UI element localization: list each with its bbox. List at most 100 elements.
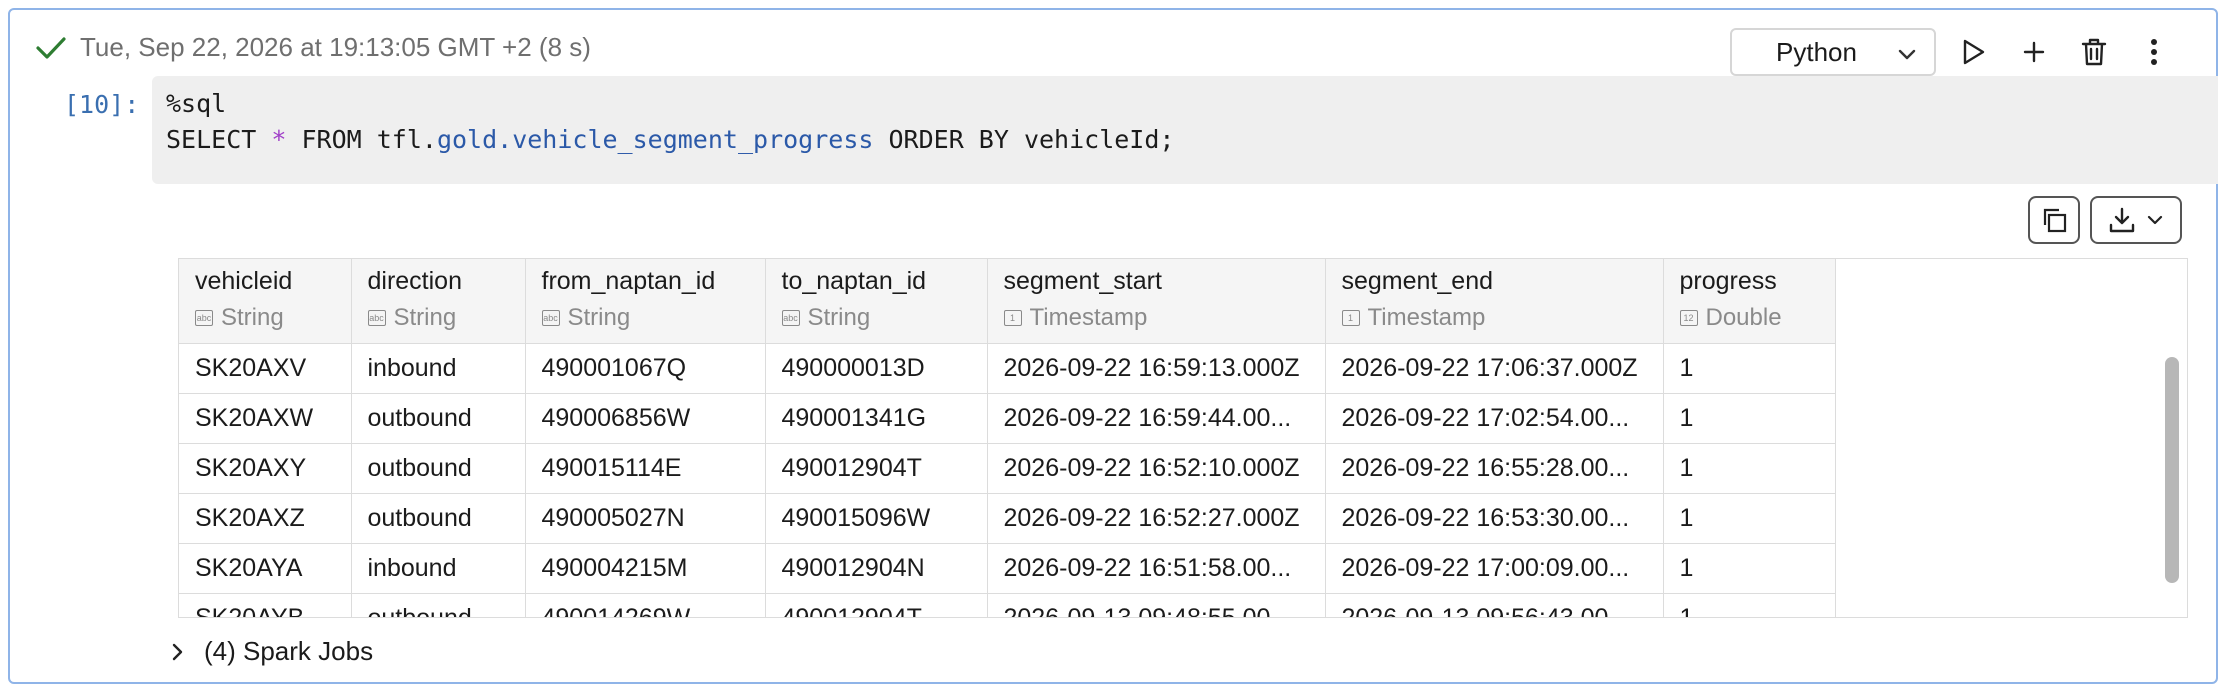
code-token: FROM tfl. [286,125,437,154]
table-cell[interactable]: 2026-09-22 16:53:30.00... [1325,493,1664,544]
run-cell-button[interactable] [1952,30,1996,74]
table-row[interactable]: SK20AYA inbound 490004215M 490012904N 2026-0… [179,543,1836,594]
table-cell[interactable]: 490012904T [765,443,988,494]
download-button[interactable] [2090,196,2182,244]
column-header[interactable]: segment_end 1 Timestamp [1325,259,1664,344]
table-cell[interactable]: 2026-09-22 16:59:13.000Z [987,343,1326,394]
plus-icon [2023,41,2045,63]
language-select[interactable]: Python [1730,28,1936,76]
run-status: Tue, Sep 22, 2026 at 19:13:05 GMT +2 (8 … [36,32,591,63]
table-cell[interactable]: 490015096W [765,493,988,544]
table-row[interactable]: SK20AXZ outbound 490005027N 490015096W 2026-… [179,493,1836,544]
table-cell[interactable]: outbound [351,443,526,494]
calendar-icon: 1 [1003,310,1022,326]
run-timestamp: Tue, Sep 22, 2026 at 19:13:05 GMT +2 (8 … [80,32,591,62]
table-cell[interactable]: SK20AXV [179,343,352,394]
table-cell[interactable]: SK20AYA [179,543,352,594]
table-cell[interactable]: 2026-09-22 17:00:09.00... [1325,543,1664,594]
column-header[interactable]: direction abc String [351,259,526,344]
table-row[interactable]: SK20AXV inbound 490001067Q 490000013D 2026-0… [179,343,1836,394]
column-header[interactable]: segment_start 1 Timestamp [987,259,1326,344]
table-cell[interactable]: 1 [1663,343,1836,394]
copy-results-button[interactable] [2028,196,2080,244]
table-cell[interactable]: outbound [351,593,526,617]
column-name: progress [1679,267,1777,295]
table-cell[interactable]: inbound [351,343,526,394]
table-cell[interactable]: SK20AXZ [179,493,352,544]
copy-icon [2043,208,2067,233]
download-icon [2109,207,2135,233]
delete-cell-button[interactable] [2072,30,2116,74]
table-cell[interactable]: 490001341G [765,393,988,444]
table-row[interactable]: SK20AXY outbound 490015114E 490012904T 2026-… [179,443,1836,494]
code-line-2: SELECT * FROM tfl.gold.vehicle_segment_p… [166,122,2204,158]
code-token: ORDER BY vehicleId; [873,125,1175,154]
column-type: Double [1705,304,1782,331]
table-cell[interactable]: inbound [351,543,526,594]
table-cell[interactable]: 2026-09-22 16:52:27.000Z [987,493,1326,544]
table-cell[interactable]: SK20AXW [179,393,352,444]
table-cell[interactable]: 1 [1663,593,1836,617]
table-cell[interactable]: 490012904N [765,543,988,594]
table-cell[interactable]: 2026-09-22 17:06:37.000Z [1325,343,1664,394]
add-cell-button[interactable] [2012,30,2056,74]
table-cell[interactable]: 2026-09-22 16:52:10.000Z [987,443,1326,494]
spark-jobs-toggle[interactable]: (4) Spark Jobs [172,636,373,667]
kebab-menu-icon [2151,39,2157,65]
results-table: vehicleid abc String direction abc String fr… [178,258,2188,618]
table-cell[interactable]: 2026-09-22 16:51:58.00... [987,543,1326,594]
table-cell[interactable]: outbound [351,393,526,444]
table-cell[interactable]: SK20AXY [179,443,352,494]
table-cell[interactable]: 1 [1663,543,1836,594]
vertical-scrollbar[interactable] [2165,357,2179,583]
column-type: String [807,304,871,331]
more-options-button[interactable] [2132,30,2176,74]
code-token-star: * [271,125,287,154]
calendar-icon: 1 [1341,310,1360,326]
cell-toolbar: Python [1730,28,2176,76]
table-cell[interactable]: 1 [1663,393,1836,444]
table-cell[interactable]: 2026-09-22 16:55:28.00... [1325,443,1664,494]
table-row[interactable]: SK20AYB outbound 490014269W 490012904T 2026-… [179,593,1836,617]
column-header[interactable]: to_naptan_idabc String [765,259,988,344]
table-cell[interactable]: outbound [351,493,526,544]
table-cell[interactable]: 490012904T [765,593,988,617]
table-cell[interactable]: 490006856W [525,393,766,444]
column-name: segment_start [1003,267,1162,295]
column-header[interactable]: vehicleid abc String [179,259,352,344]
success-check-icon [36,36,66,60]
chevron-down-icon [1898,37,1916,68]
table-cell[interactable]: 1 [1663,493,1836,544]
table-cell[interactable]: 2026-09-13 09:48:55.00... [987,593,1326,617]
table-cell[interactable]: 1 [1663,443,1836,494]
table-cell[interactable]: SK20AYB [179,593,352,617]
column-name: to_naptan_id [781,267,927,295]
column-header[interactable]: from_naptan_id abc String [525,259,766,344]
code-line-1: %sql [166,89,227,118]
table-cell[interactable]: 490000013D [765,343,988,394]
table-cell[interactable]: 2026-09-22 16:59:44.00... [987,393,1326,444]
table-cell[interactable]: 490001067Q [525,343,766,394]
table-cell[interactable]: 490005027N [525,493,766,544]
column-name: from_naptan_id [541,267,716,295]
chevron-right-icon [172,643,183,660]
column-type: Timestamp [1367,304,1486,331]
column-name: direction [367,267,463,295]
table-cell[interactable]: 2026-09-22 17:02:54.00... [1325,393,1664,444]
column-type: Timestamp [1029,304,1148,331]
string-type-icon: abc [367,310,386,326]
code-token-identifier: gold.vehicle_segment_progress [436,125,874,154]
string-type-icon: abc [781,310,800,326]
language-label: Python [1776,36,1857,67]
table-cell[interactable]: 490014269W [525,593,766,617]
table-cell[interactable]: 490015114E [525,443,766,494]
column-header[interactable]: progress 12 Double [1663,259,1836,344]
code-editor[interactable]: %sql SELECT * FROM tfl.gold.vehicle_segme… [152,76,2218,184]
table-row[interactable]: SK20AXW outbound 490006856W 490001341G 2026-… [179,393,1836,444]
table-cell[interactable]: 2026-09-13 09:56:43.00... [1325,593,1664,617]
spark-jobs-label: (4) Spark Jobs [204,636,374,666]
execution-count: [10]: [64,90,140,119]
play-icon [1963,39,1985,65]
table-cell[interactable]: 490004215M [525,543,766,594]
string-type-icon: abc [195,310,213,326]
